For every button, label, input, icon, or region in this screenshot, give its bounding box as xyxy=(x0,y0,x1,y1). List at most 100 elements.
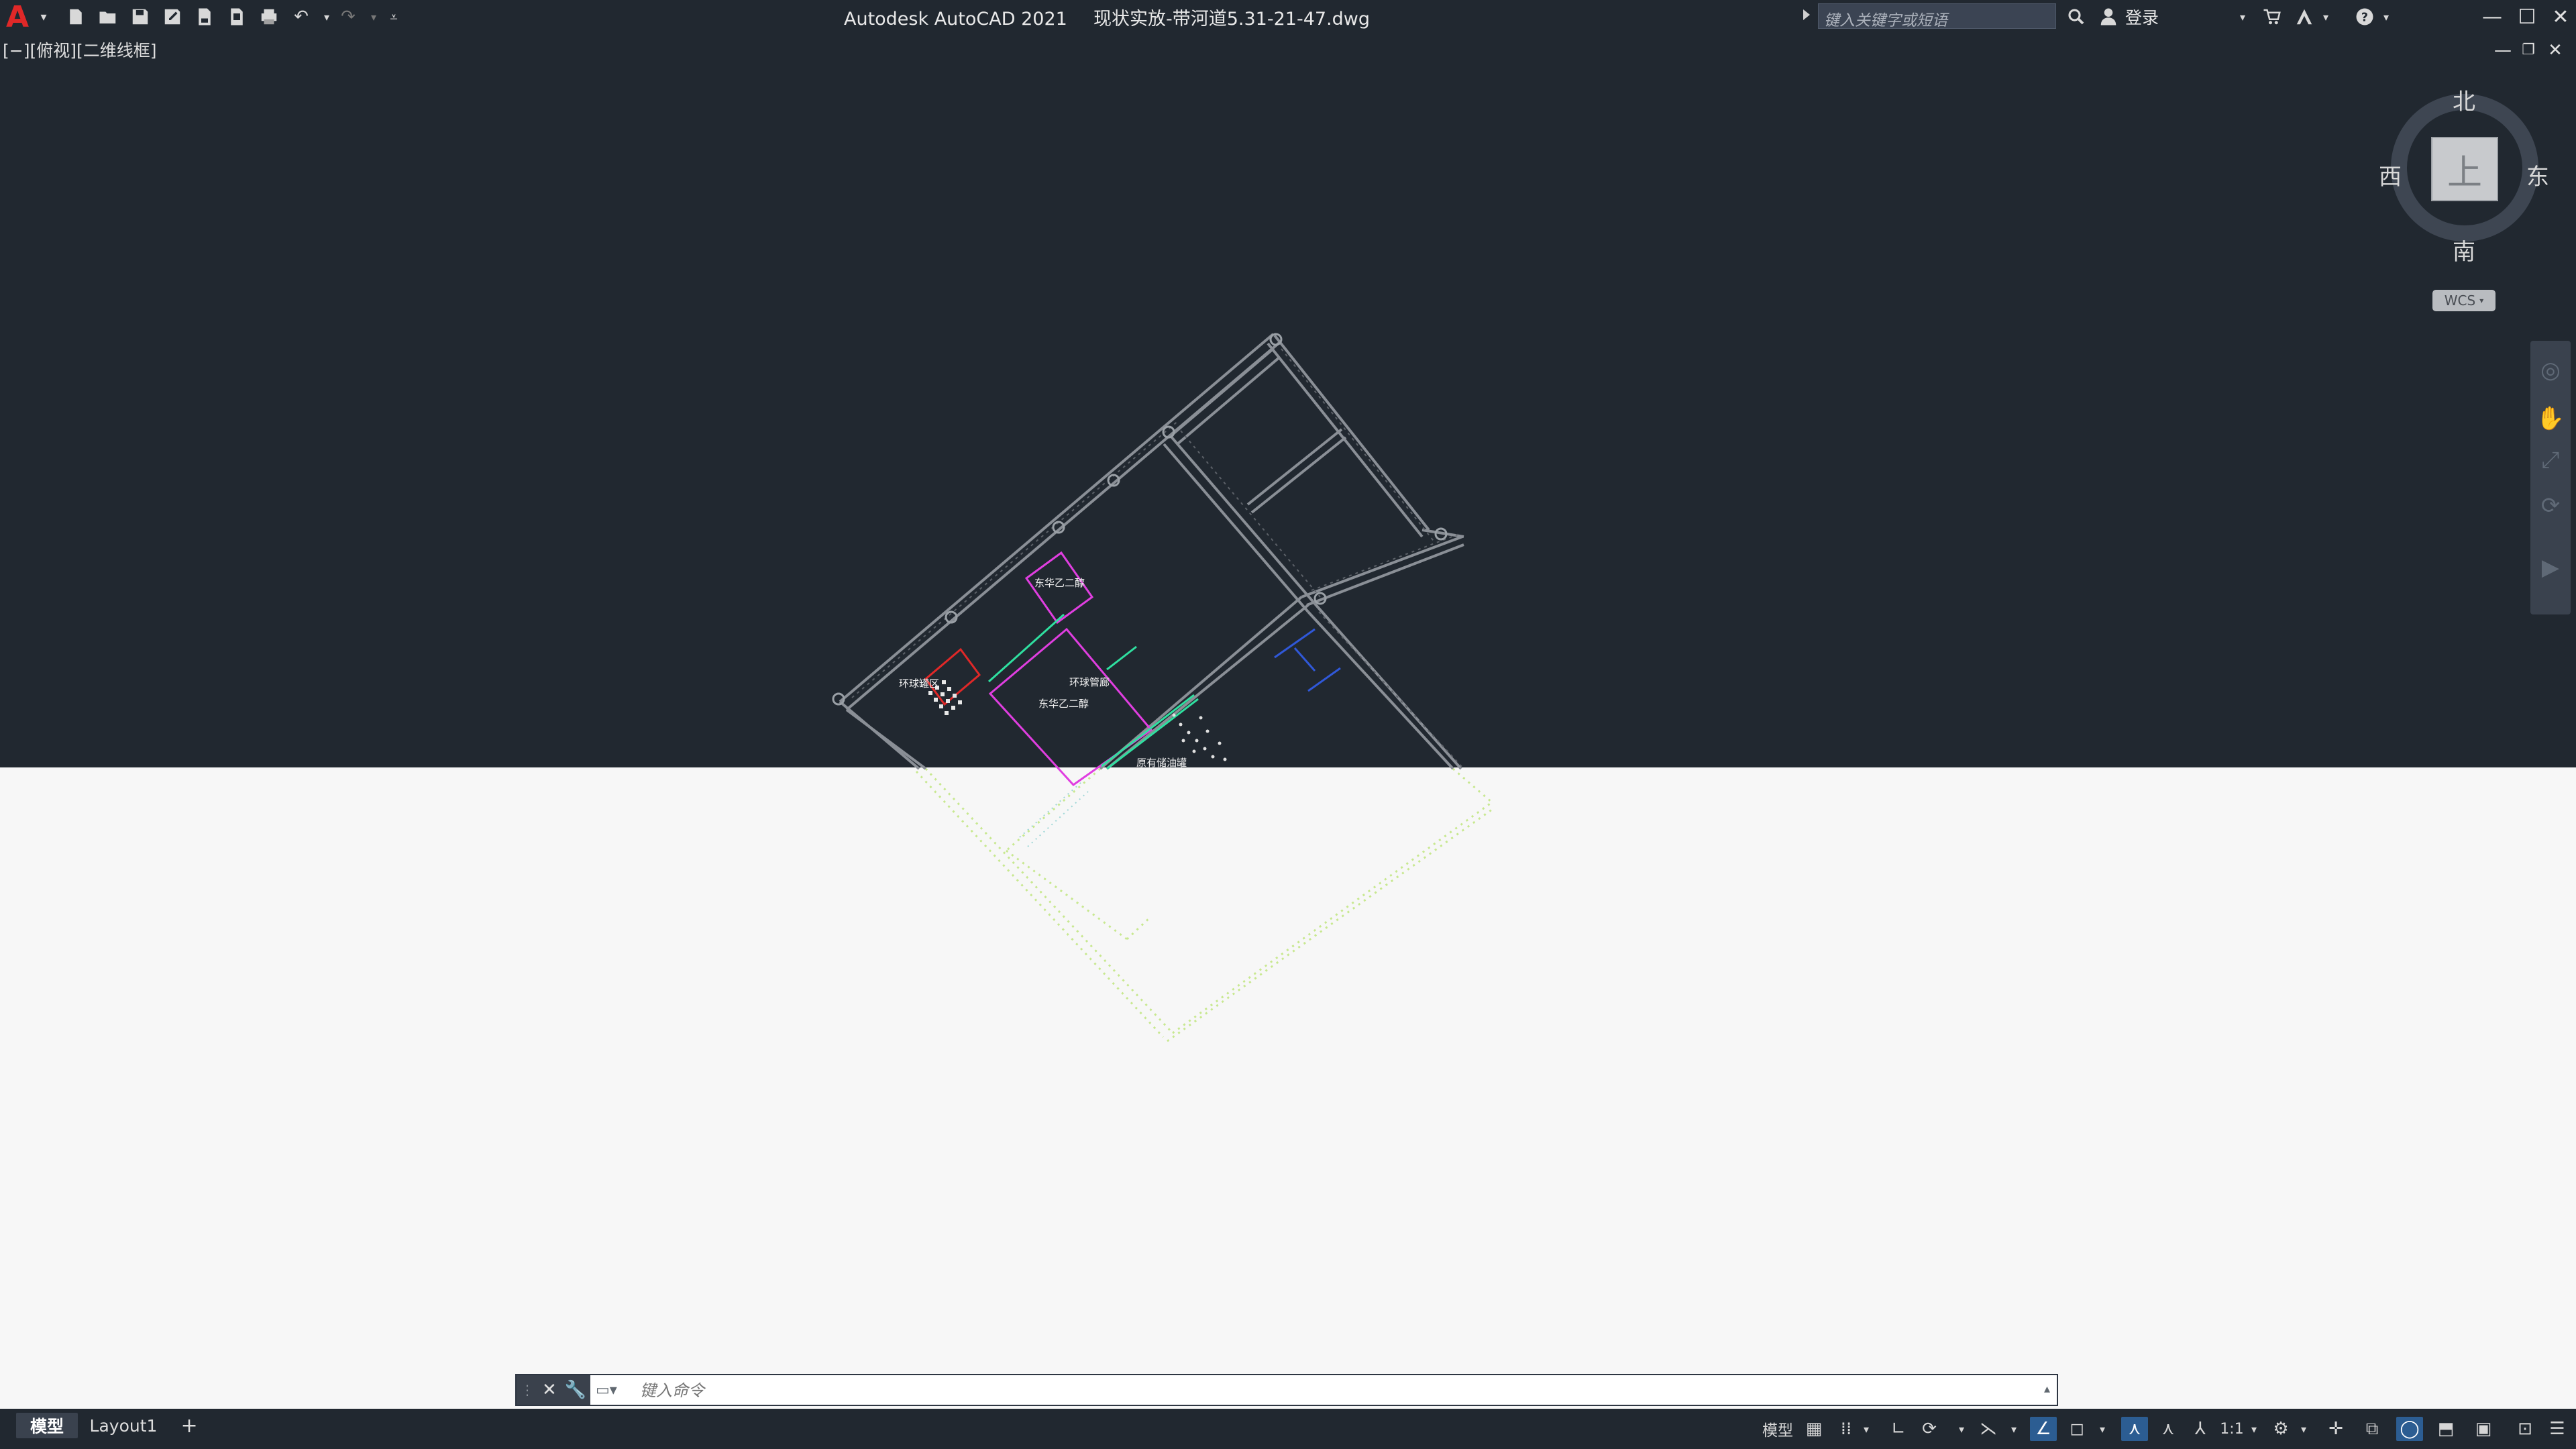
auto-scale-icon[interactable]: ⋏ xyxy=(2155,1417,2182,1441)
redo-dropdown-icon[interactable]: ▾ xyxy=(362,5,385,28)
building-outlines xyxy=(988,551,1153,786)
label-ring-pipe: 环球管廊 xyxy=(1069,676,1110,688)
dynamic-input-icon[interactable]: ⟳ xyxy=(1916,1417,1943,1441)
tank-area-outline xyxy=(924,647,981,706)
undo-icon[interactable]: ↶ xyxy=(290,5,313,28)
customize-toolbar-icon[interactable]: ⩡ xyxy=(382,5,405,28)
object-snap-tracking-icon[interactable]: ◻ xyxy=(2063,1417,2090,1441)
zoom-extents-icon[interactable]: ⤢ xyxy=(2536,445,2565,475)
lock-ui-icon[interactable]: ⬒ xyxy=(2432,1417,2459,1441)
tank-grid xyxy=(928,680,962,715)
annotation-scale-label[interactable]: 1:1 xyxy=(2216,1417,2247,1441)
app-name: Autodesk AutoCAD 2021 xyxy=(843,9,1067,30)
steering-wheel-icon[interactable]: ◎ xyxy=(2536,356,2565,385)
site-boundary-walls xyxy=(839,333,1464,770)
compass-north[interactable]: 北 xyxy=(2453,83,2475,116)
osnap-dropdown-icon[interactable]: ▾ xyxy=(2096,1417,2109,1441)
polar-tracking-icon[interactable]: ⋋ xyxy=(1976,1417,2000,1441)
compass-south[interactable]: 南 xyxy=(2453,233,2475,266)
cart-icon[interactable] xyxy=(2261,5,2284,28)
viewcube[interactable]: 上 北 南 西 东 xyxy=(2379,87,2549,266)
pan-icon[interactable]: ✋ xyxy=(2536,404,2565,433)
new-file-icon[interactable] xyxy=(64,5,87,28)
wcs-dropdown-icon: ▾ xyxy=(2479,296,2484,305)
annotation-scale-icon[interactable]: ⅄ xyxy=(2187,1417,2214,1441)
user-icon xyxy=(2100,8,2116,25)
open-from-web-icon[interactable] xyxy=(193,5,216,28)
workspace-switching-icon[interactable]: ⚙ xyxy=(2267,1417,2294,1441)
command-line: ⋮ ✕ 🔧 ▭▾ ▴ xyxy=(515,1374,2058,1406)
tab-model[interactable]: 模型 xyxy=(16,1413,78,1438)
app-menu-dropdown-icon[interactable]: ▾ xyxy=(32,5,55,28)
label-east-hua: 东华乙二醇 xyxy=(1034,577,1085,589)
add-layout-button[interactable]: + xyxy=(176,1413,203,1438)
app-menu-button[interactable]: A xyxy=(5,0,30,34)
ortho-dropdown-icon[interactable]: ▾ xyxy=(1955,1417,1968,1441)
minimize-drawing-button[interactable]: — xyxy=(2491,40,2514,60)
save-to-web-icon[interactable] xyxy=(225,5,248,28)
close-drawing-button[interactable]: ✕ xyxy=(2544,40,2567,60)
autocad-window: A ▾ ↶ ▾ ↷ ▾ ⩡ Autodesk AutoCAD 2021 现状实放… xyxy=(0,0,2576,1449)
maximize-window-button[interactable]: ☐ xyxy=(2510,3,2544,31)
annotation-visibility-icon[interactable]: ⋏ xyxy=(2121,1417,2148,1441)
sign-in-button[interactable]: 登录 xyxy=(2098,5,2159,28)
showmotion-icon[interactable]: ▶ xyxy=(2536,553,2565,582)
snap-icon[interactable]: ⁞⁞ xyxy=(1834,1417,1858,1441)
clean-screen-icon[interactable]: ⊡ xyxy=(2513,1417,2537,1441)
customize-command-line-icon[interactable]: 🔧 xyxy=(565,1380,586,1400)
navigation-bar: ◎ ✋ ⤢ ⟳ ▶ xyxy=(2530,341,2571,614)
title-bar: A ▾ ↶ ▾ ↷ ▾ ⩡ Autodesk AutoCAD 2021 现状实放… xyxy=(0,0,2576,34)
search-expand-icon[interactable] xyxy=(1803,9,1810,20)
search-input[interactable]: 键入关键字或短语 xyxy=(1818,3,2056,30)
snap-dropdown-icon[interactable]: ▾ xyxy=(1860,1417,1873,1441)
svg-text:?: ? xyxy=(2361,11,2368,24)
orbit-icon[interactable]: ⟳ xyxy=(2536,491,2565,521)
pipe-lines xyxy=(988,613,1199,770)
save-icon[interactable] xyxy=(129,5,152,28)
open-file-icon[interactable] xyxy=(97,5,119,28)
compass-west[interactable]: 西 xyxy=(2379,158,2402,191)
units-icon[interactable]: ⧉ xyxy=(2359,1417,2385,1441)
viewport-controls[interactable]: [−][俯视][二维线框] xyxy=(3,38,156,62)
grid-icon[interactable]: ▦ xyxy=(1802,1417,1826,1441)
workspace-dropdown-icon[interactable]: ▾ xyxy=(2297,1417,2310,1441)
wcs-menu-button[interactable]: WCS ▾ xyxy=(2432,290,2496,311)
close-command-line-icon[interactable]: ✕ xyxy=(542,1380,557,1400)
command-line-grip-icon[interactable]: ⋮ xyxy=(521,1382,534,1398)
isometric-drafting-icon[interactable]: ∠ xyxy=(2030,1417,2057,1441)
tab-layout1[interactable]: Layout1 xyxy=(83,1413,164,1438)
customization-menu-icon[interactable]: ☰ xyxy=(2545,1417,2569,1441)
command-input[interactable] xyxy=(640,1379,1915,1402)
recent-commands-icon[interactable]: ▭▾ xyxy=(596,1381,636,1399)
a360-dropdown-icon[interactable]: ▾ xyxy=(2314,5,2337,28)
minimize-window-button[interactable]: — xyxy=(2475,3,2509,31)
drawing-canvas-lower[interactable] xyxy=(0,767,2576,1409)
restore-drawing-button[interactable]: ❐ xyxy=(2517,40,2540,60)
infer-constraints-icon[interactable]: ∟ xyxy=(1886,1417,1911,1441)
sign-in-label: 登录 xyxy=(2125,8,2159,28)
command-history-icon[interactable]: ▴ xyxy=(2044,1382,2050,1396)
status-bar: 模型 Layout1 + 模型 ▦ ⁞⁞ ▾ ∟ ⟳ ▾ ⋋ ▾ ∠ ◻ ▾ ⋏… xyxy=(0,1409,2576,1449)
wall-hatching xyxy=(851,348,1464,769)
help-icon[interactable]: ? xyxy=(2353,5,2376,28)
compass-east[interactable]: 东 xyxy=(2526,158,2549,191)
close-window-button[interactable]: ✕ xyxy=(2544,3,2576,31)
polar-dropdown-icon[interactable]: ▾ xyxy=(2007,1417,2021,1441)
plot-icon[interactable] xyxy=(258,5,280,28)
wcs-label: WCS xyxy=(2444,292,2476,309)
isolate-objects-icon[interactable]: ▣ xyxy=(2470,1417,2497,1441)
model-space-button[interactable]: 模型 xyxy=(1758,1417,1798,1441)
redo-icon[interactable]: ↷ xyxy=(337,5,360,28)
save-as-icon[interactable] xyxy=(161,5,184,28)
annotation-monitor-icon[interactable]: ✛ xyxy=(2322,1417,2349,1441)
undo-dropdown-icon[interactable]: ▾ xyxy=(315,5,338,28)
autodesk-a360-icon[interactable] xyxy=(2293,5,2316,28)
search-icon[interactable] xyxy=(2065,5,2088,28)
sign-in-dropdown-icon[interactable]: ▾ xyxy=(2231,5,2254,28)
help-dropdown-icon[interactable]: ▾ xyxy=(2375,5,2398,28)
blue-lines xyxy=(1274,628,1341,692)
viewcube-top-face[interactable]: 上 xyxy=(2431,137,2498,201)
quick-properties-icon[interactable]: ◯ xyxy=(2396,1417,2423,1441)
scatter-points xyxy=(1172,713,1227,761)
scale-dropdown-icon[interactable]: ▾ xyxy=(2247,1417,2261,1441)
